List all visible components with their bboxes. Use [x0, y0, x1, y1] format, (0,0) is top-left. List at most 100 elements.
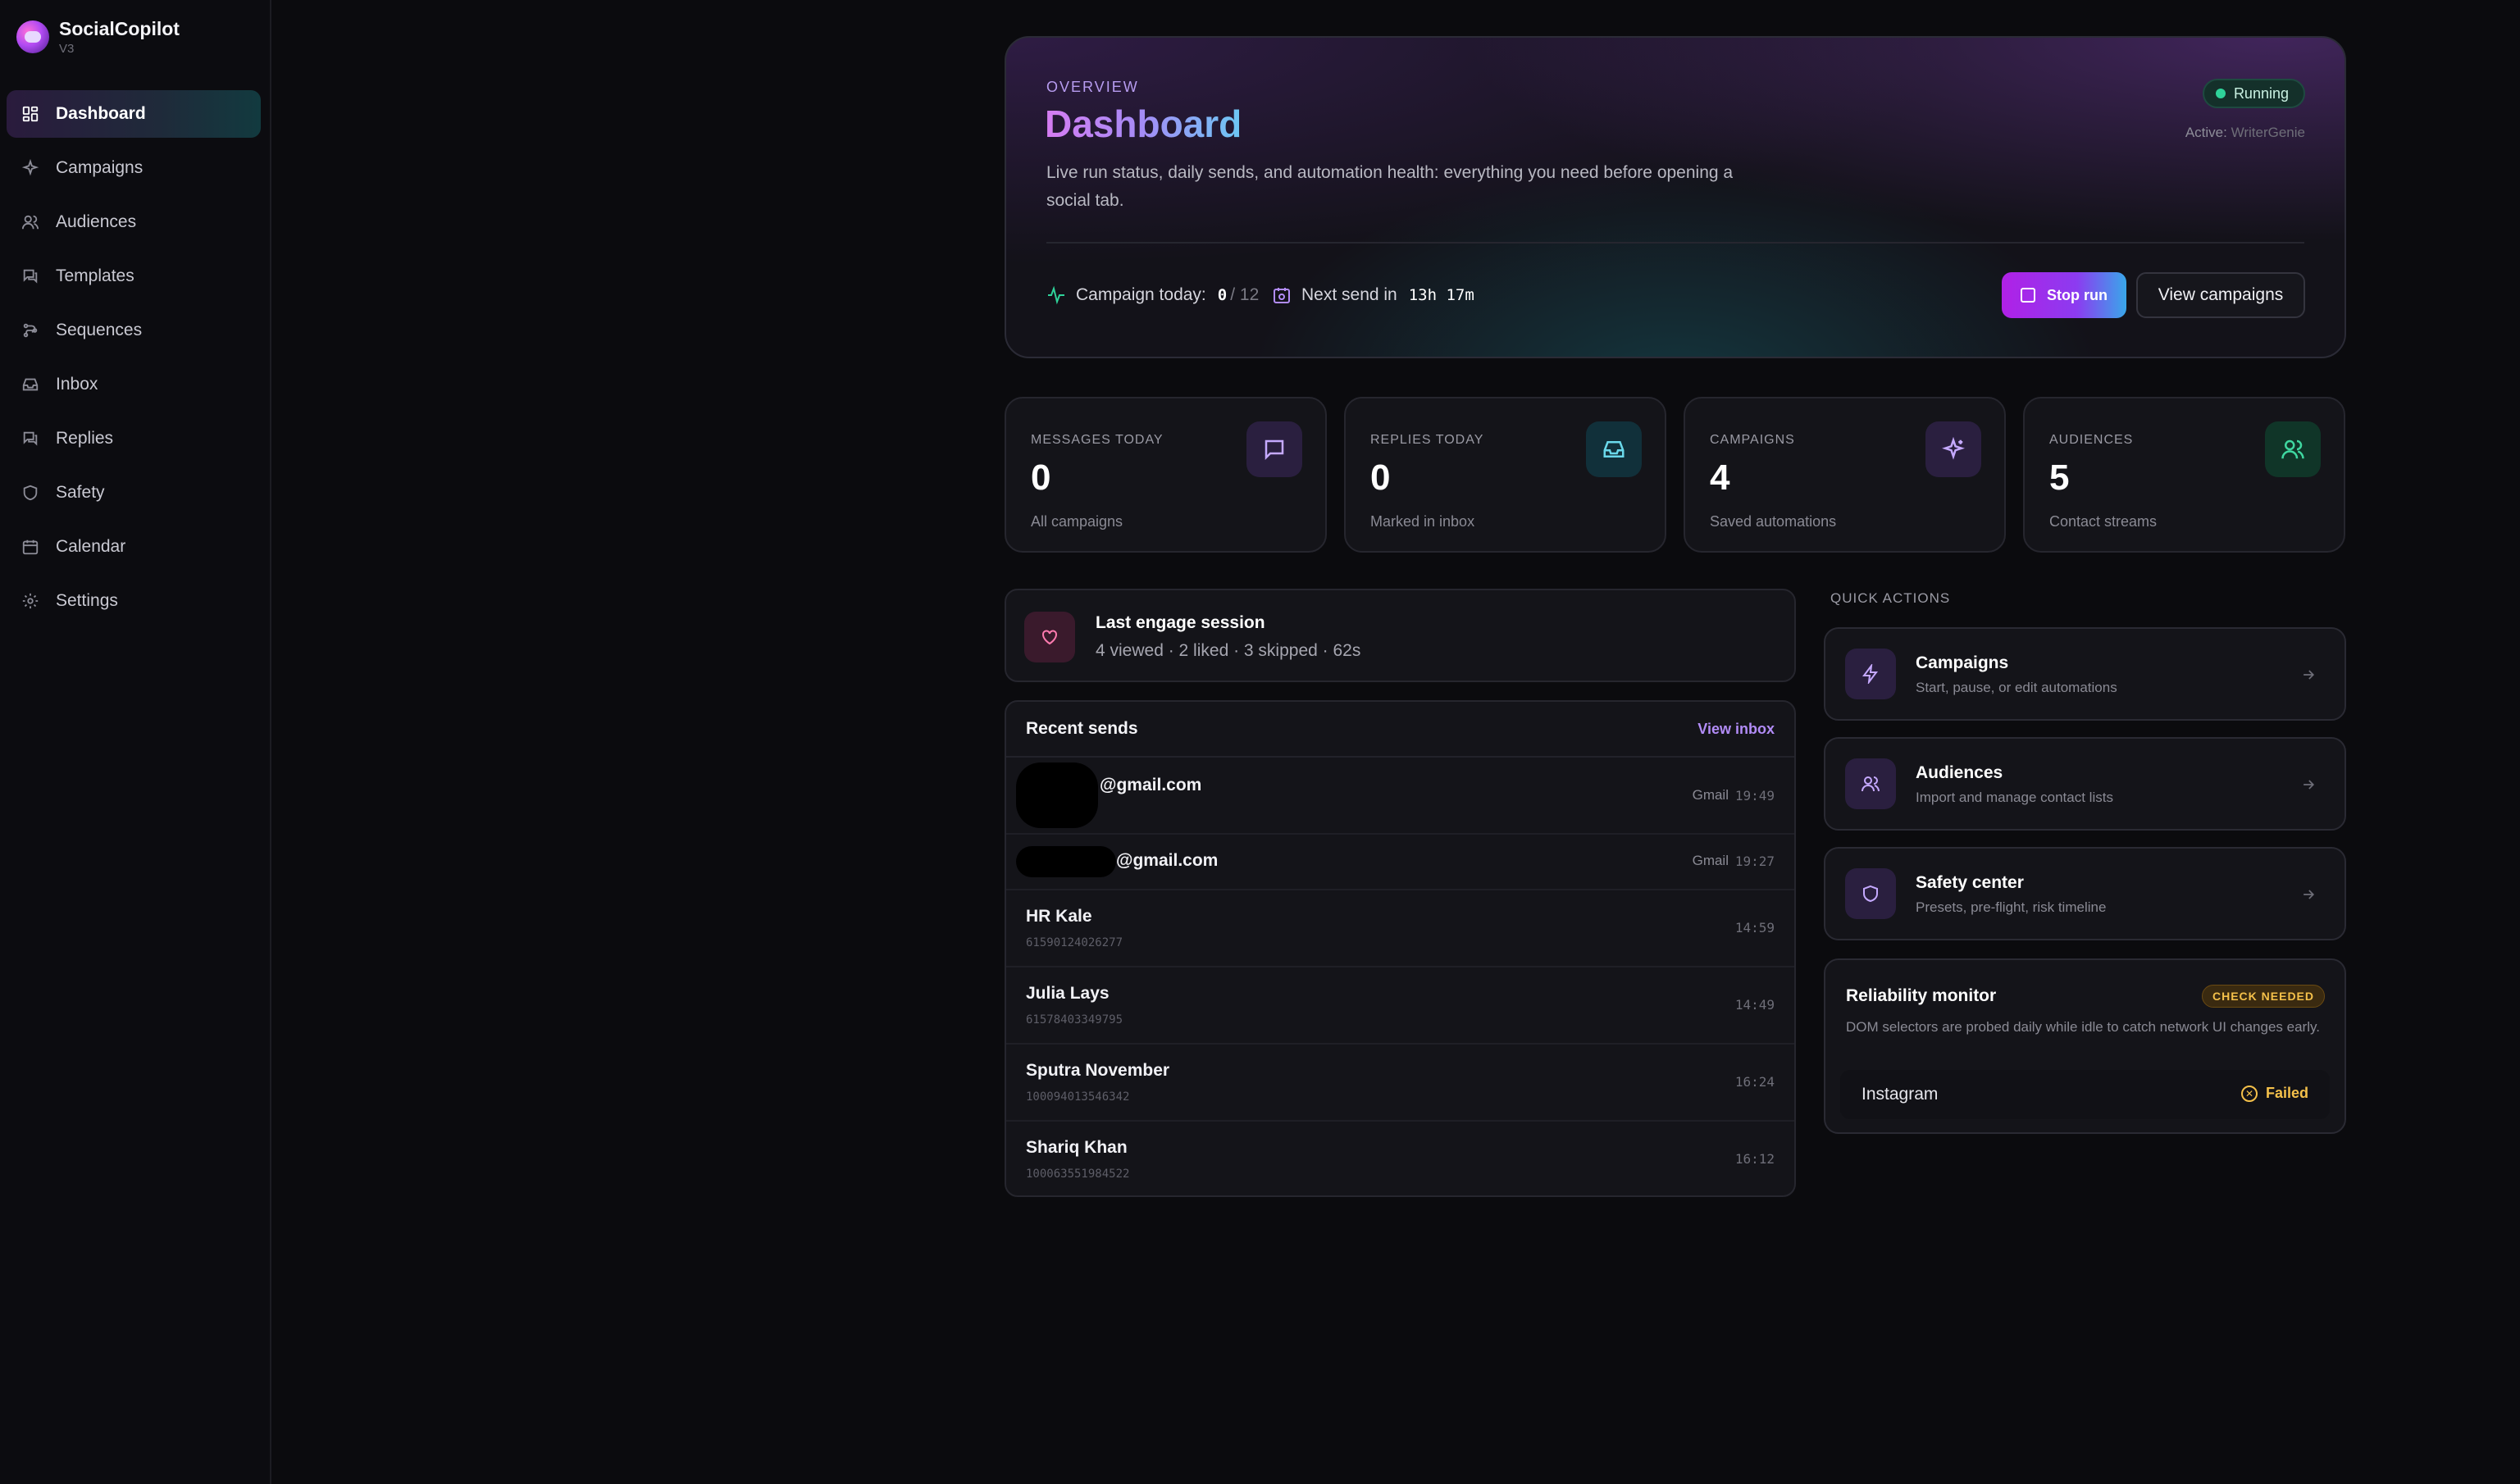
sidebar-item-settings[interactable]: Settings [7, 577, 261, 625]
stat-sub: Saved automations [1710, 513, 1837, 530]
redacted-avatar [1016, 762, 1098, 828]
last-engage-session[interactable]: Last engage session 4 viewed · 2 liked ·… [1005, 589, 1796, 682]
users-icon [21, 215, 39, 230]
send-source: Gmail [1692, 853, 1729, 868]
network-name: Instagram [1862, 1085, 1939, 1104]
arrow-right-icon [2304, 890, 2315, 899]
sidebar-item-label: Templates [56, 266, 134, 285]
table-row[interactable]: Julia Lays 61578403349795 14:49 [1006, 967, 1794, 1045]
recipient-name: @gmail.com [1100, 776, 1202, 794]
sidebar-item-calendar[interactable]: Calendar [7, 523, 261, 571]
sidebar-item-label: Settings [56, 591, 118, 610]
overview-hero: OVERVIEW Dashboard Live run status, dail… [1005, 36, 2346, 358]
quick-action-title: Audiences [1916, 763, 2003, 782]
sidebar-nav: Dashboard Campaigns Audiences Templates … [7, 90, 261, 631]
sidebar-item-label: Inbox [56, 375, 98, 394]
recipient-name: Sputra November [1026, 1061, 1170, 1080]
table-row[interactable]: HR Kale 61590124026277 14:59 [1006, 890, 1794, 967]
sidebar-item-audiences[interactable]: Audiences [7, 198, 261, 246]
flow-icon [23, 323, 38, 338]
stats-row: MESSAGES TODAY 0 All campaigns REPLIES T… [1005, 397, 2346, 553]
stat-label: MESSAGES TODAY [1031, 433, 1164, 447]
stat-sub: Contact streams [2049, 513, 2158, 530]
view-inbox-link[interactable]: View inbox [1697, 721, 1775, 738]
recent-sends-header: Recent sends View inbox [1006, 702, 1794, 758]
stat-card-campaigns: CAMPAIGNS 4 Saved automations [1684, 397, 2006, 553]
stat-card-messages: MESSAGES TODAY 0 All campaigns [1005, 397, 1327, 553]
run-status-badge: Running [2202, 79, 2305, 108]
arrow-right-icon [2304, 670, 2315, 680]
next-send-stat: Next send in 13h 17m [1272, 285, 1474, 305]
sidebar-item-dashboard[interactable]: Dashboard [7, 90, 261, 138]
stat-card-replies: REPLIES TODAY 0 Marked in inbox [1344, 397, 1666, 553]
recent-sends: Recent sends View inbox @gmail.com Gmail… [1005, 700, 1796, 1197]
stop-run-button[interactable]: Stop run [2002, 272, 2126, 318]
brand[interactable]: SocialCopilot V3 [16, 18, 180, 56]
stat-card-audiences: AUDIENCES 5 Contact streams [2023, 397, 2345, 553]
view-campaigns-button[interactable]: View campaigns [2136, 272, 2305, 318]
stat-value: 0 [1031, 457, 1051, 498]
shield-icon [1845, 868, 1896, 919]
inbox-icon [1586, 421, 1642, 477]
recipient-id: 61590124026277 [1026, 936, 1123, 949]
sidebar-item-label: Dashboard [56, 104, 146, 123]
quick-action-campaigns[interactable]: Campaigns Start, pause, or edit automati… [1824, 627, 2346, 721]
quick-action-audiences[interactable]: Audiences Import and manage contact list… [1824, 737, 2346, 831]
reliability-description: DOM selectors are probed daily while idl… [1846, 1019, 2320, 1035]
table-row[interactable]: @gmail.com Gmail 19:27 [1006, 835, 1794, 890]
quick-action-sub: Import and manage contact lists [1916, 790, 2113, 805]
network-status-text: Failed [2265, 1085, 2308, 1101]
arrow-right-icon [2304, 780, 2315, 790]
quick-action-title: Safety center [1916, 873, 2024, 892]
recipient-name: @gmail.com [1116, 851, 1219, 870]
status-dot-icon [2215, 89, 2226, 98]
status-badge: CHECK NEEDED [2201, 985, 2325, 1008]
reliability-title: Reliability monitor [1846, 986, 1997, 1005]
recipient-name: Shariq Khan [1026, 1138, 1128, 1157]
table-row[interactable]: Shariq Khan 100063551984522 16:12 [1006, 1122, 1794, 1195]
sidebar-item-safety[interactable]: Safety [7, 469, 261, 517]
recipient-id: 100094013546342 [1026, 1090, 1130, 1104]
quick-action-sub: Start, pause, or edit automations [1916, 680, 2117, 695]
bolt-icon [1845, 649, 1896, 699]
send-time: 16:12 [1734, 1151, 1775, 1167]
sidebar-item-templates[interactable]: Templates [7, 253, 261, 300]
sidebar-item-sequences[interactable]: Sequences [7, 307, 261, 354]
sidebar-item-replies[interactable]: Replies [7, 415, 261, 462]
next-send-label: Next send in [1301, 285, 1397, 304]
run-status-text: Running [2233, 84, 2289, 102]
message-icon [1246, 421, 1302, 477]
campaign-today-stat: Campaign today: 0 / 12 [1046, 285, 1259, 305]
engage-summary: 4 viewed · 2 liked · 3 skipped · 62s [1096, 641, 1361, 660]
reliability-monitor: Reliability monitor CHECK NEEDED DOM sel… [1824, 958, 2346, 1134]
recipient-id: 100063551984522 [1026, 1168, 1130, 1181]
inbox-icon [22, 378, 39, 391]
active-label: Active: [2185, 125, 2227, 140]
sidebar: SocialCopilot V3 Dashboard Campaigns Aud… [0, 0, 271, 1484]
reply-icon [23, 431, 38, 446]
table-row[interactable]: @gmail.com Gmail 19:49 [1006, 758, 1794, 835]
send-time: 16:24 [1734, 1074, 1775, 1090]
stat-sub: Marked in inbox [1370, 513, 1475, 530]
app-name: SocialCopilot [59, 18, 180, 39]
sidebar-item-campaigns[interactable]: Campaigns [7, 144, 261, 192]
x-circle-icon: ✕ [2240, 1085, 2258, 1102]
network-status: ✕ Failed [2240, 1085, 2308, 1102]
send-time: 19:49 [1734, 788, 1775, 803]
campaign-today-label: Campaign today: [1076, 285, 1206, 304]
send-time: 14:49 [1734, 997, 1775, 1013]
send-source: Gmail [1692, 787, 1729, 803]
network-check-row[interactable]: Instagram ✕ Failed [1840, 1070, 2330, 1119]
users-icon [1845, 758, 1896, 809]
sidebar-item-label: Safety [56, 483, 105, 502]
table-row[interactable]: Sputra November 100094013546342 16:24 [1006, 1045, 1794, 1122]
sidebar-item-inbox[interactable]: Inbox [7, 361, 261, 408]
recipient-id: 61578403349795 [1026, 1013, 1123, 1027]
quick-action-safety-center[interactable]: Safety center Presets, pre-flight, risk … [1824, 847, 2346, 940]
sparkles-icon [1925, 421, 1981, 477]
heart-icon [1024, 612, 1075, 662]
stop-icon [2021, 288, 2035, 303]
active-value: WriterGenie [2231, 125, 2305, 140]
campaign-today-value: 0 [1217, 286, 1228, 304]
send-time: 19:27 [1734, 854, 1775, 869]
